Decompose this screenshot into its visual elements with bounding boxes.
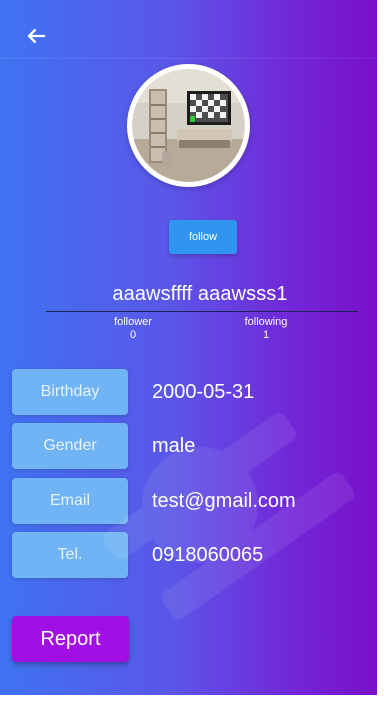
follower-stat: follower 0	[104, 316, 162, 342]
tel-row: Tel. 0918060065	[12, 532, 364, 578]
gender-row: Gender male	[12, 423, 364, 469]
birthday-label: Birthday	[12, 369, 128, 415]
following-stat: following 1	[234, 316, 298, 342]
profile-screen: follow aaawsffff aaawsss1 follower 0 fol…	[0, 0, 384, 711]
email-value: test@gmail.com	[152, 490, 296, 512]
follow-button[interactable]: follow	[169, 220, 237, 254]
top-divider	[0, 58, 377, 59]
email-label: Email	[12, 478, 128, 524]
top-bar	[0, 0, 377, 58]
tel-value: 0918060065	[152, 544, 264, 566]
gender-label: Gender	[12, 423, 128, 469]
avatar	[127, 64, 250, 187]
arrow-left-icon	[27, 29, 46, 43]
tel-label: Tel.	[12, 532, 128, 578]
follower-count: 0	[129, 329, 137, 341]
birthday-row: Birthday 2000-05-31	[12, 369, 364, 415]
back-button[interactable]	[22, 22, 50, 50]
following-label: following	[244, 316, 288, 328]
gender-value: male	[152, 435, 196, 457]
name-divider	[46, 311, 358, 312]
avatar-image	[132, 69, 245, 182]
birthday-value: 2000-05-31	[152, 381, 255, 403]
email-row: Email test@gmail.com	[12, 478, 364, 524]
follower-label: follower	[114, 316, 152, 328]
profile-name: aaawsffff aaawsss1	[112, 283, 288, 305]
following-count: 1	[262, 329, 270, 341]
report-button[interactable]: Report	[12, 616, 129, 662]
